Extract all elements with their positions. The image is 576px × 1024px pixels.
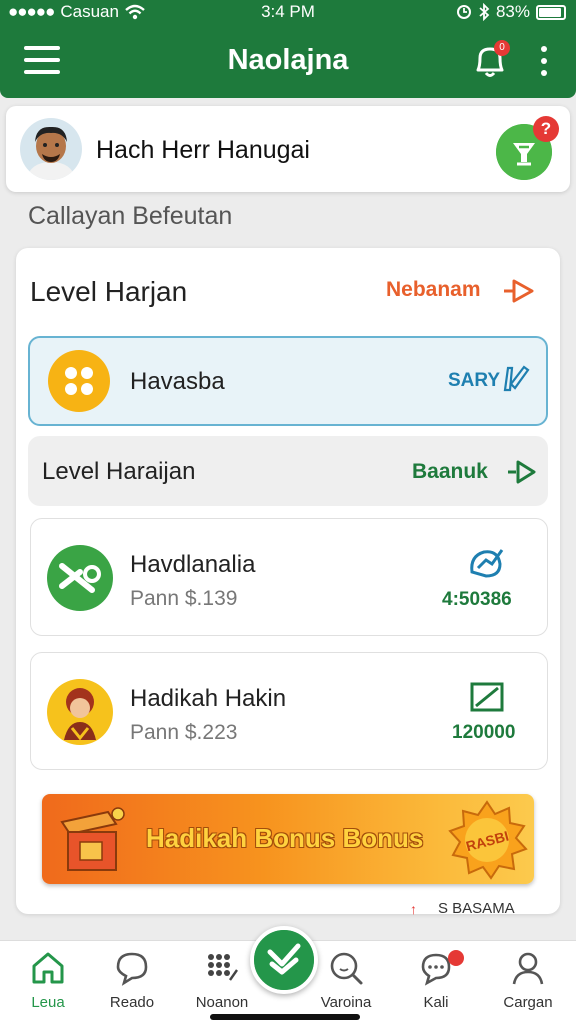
tools-icon: [47, 545, 113, 611]
bonus-text: Hadikah Bonus Bonus: [146, 823, 424, 853]
nav-badge: [448, 950, 464, 966]
home-indicator: [210, 1014, 360, 1020]
item-subtitle: Pann $.223: [130, 721, 238, 744]
coin-dot: [81, 367, 93, 379]
status-bar: ●●●●● Casuan 3:4 PM 83%: [0, 0, 576, 26]
battery-fill: [539, 7, 561, 17]
more-options-button[interactable]: [538, 46, 550, 78]
arrow-up-icon: ↑: [410, 901, 417, 917]
nav-item-reado[interactable]: Reado: [92, 948, 172, 1018]
nav-label: Varoina: [320, 994, 372, 1011]
battery-icon: [536, 4, 566, 20]
kebab-dot: [541, 46, 547, 52]
nav-label: Reado: [109, 994, 155, 1011]
avatar: [20, 118, 82, 180]
search-icon: [330, 952, 363, 985]
person-icon: [512, 952, 544, 985]
edit-icon[interactable]: [502, 364, 530, 394]
nav-label: Noanon: [195, 994, 249, 1011]
notification-badge: 0: [494, 40, 510, 56]
chat-bubble-icon: [116, 952, 148, 986]
peek-label: S BASAMA: [438, 900, 515, 917]
item-subtitle: Pann $.139: [130, 587, 238, 610]
level-row-link[interactable]: Baanuk: [412, 460, 488, 484]
user-name: Hach Herr Hanugai: [96, 136, 310, 164]
level-see-more-link[interactable]: Nebanam: [386, 278, 481, 302]
status-right: 83%: [456, 2, 566, 22]
home-icon: [32, 952, 64, 984]
level-heading: Level Harjan: [30, 276, 188, 307]
level-row-label: Level Haraijan: [42, 458, 196, 485]
nav-item-cargan[interactable]: Cargan: [488, 948, 568, 1018]
battery-percent: 83%: [495, 2, 530, 21]
item-title: Havdlanalia: [130, 551, 256, 578]
chart-up-icon: [470, 549, 504, 578]
nav-label: Kali: [423, 994, 449, 1011]
gift-box-icon: [60, 807, 125, 871]
coin-dot: [65, 367, 77, 379]
nav-label: Cargan: [503, 994, 553, 1011]
alarm-icon: [456, 5, 471, 19]
item-value: 120000: [452, 722, 516, 743]
highlighted-row-action[interactable]: SARY: [448, 370, 500, 392]
character-avatar-icon: [47, 679, 113, 745]
kebab-dot: [541, 70, 547, 76]
nav-item-home[interactable]: Leua: [8, 948, 88, 1018]
action-badge: ?: [533, 116, 559, 142]
kebab-dot: [541, 58, 547, 64]
section-title: Callayan Befeutan: [28, 202, 233, 230]
user-card[interactable]: Hach Herr Hanugai: [6, 106, 570, 192]
coin-dot: [65, 383, 77, 395]
coin-dot: [81, 383, 93, 395]
item-value: 4:50386: [442, 589, 512, 610]
item-title: Hadikah Hakin: [130, 685, 287, 712]
highlighted-row-label: Havasba: [130, 368, 225, 395]
arrow-right-icon[interactable]: [506, 458, 538, 486]
coin-icon: [48, 350, 110, 412]
chart-box-icon: [470, 682, 504, 712]
keypad-icon: [208, 954, 238, 981]
bluetooth-icon: [479, 3, 490, 21]
nav-item-varoina[interactable]: Varoina: [306, 948, 386, 1018]
arrow-right-icon[interactable]: [500, 276, 536, 306]
center-action-button[interactable]: [250, 926, 318, 994]
nav-item-kali[interactable]: Kali: [396, 948, 476, 1018]
nav-label: Leua: [31, 994, 65, 1011]
cash-burst-badge-icon: RASBI: [448, 800, 528, 880]
